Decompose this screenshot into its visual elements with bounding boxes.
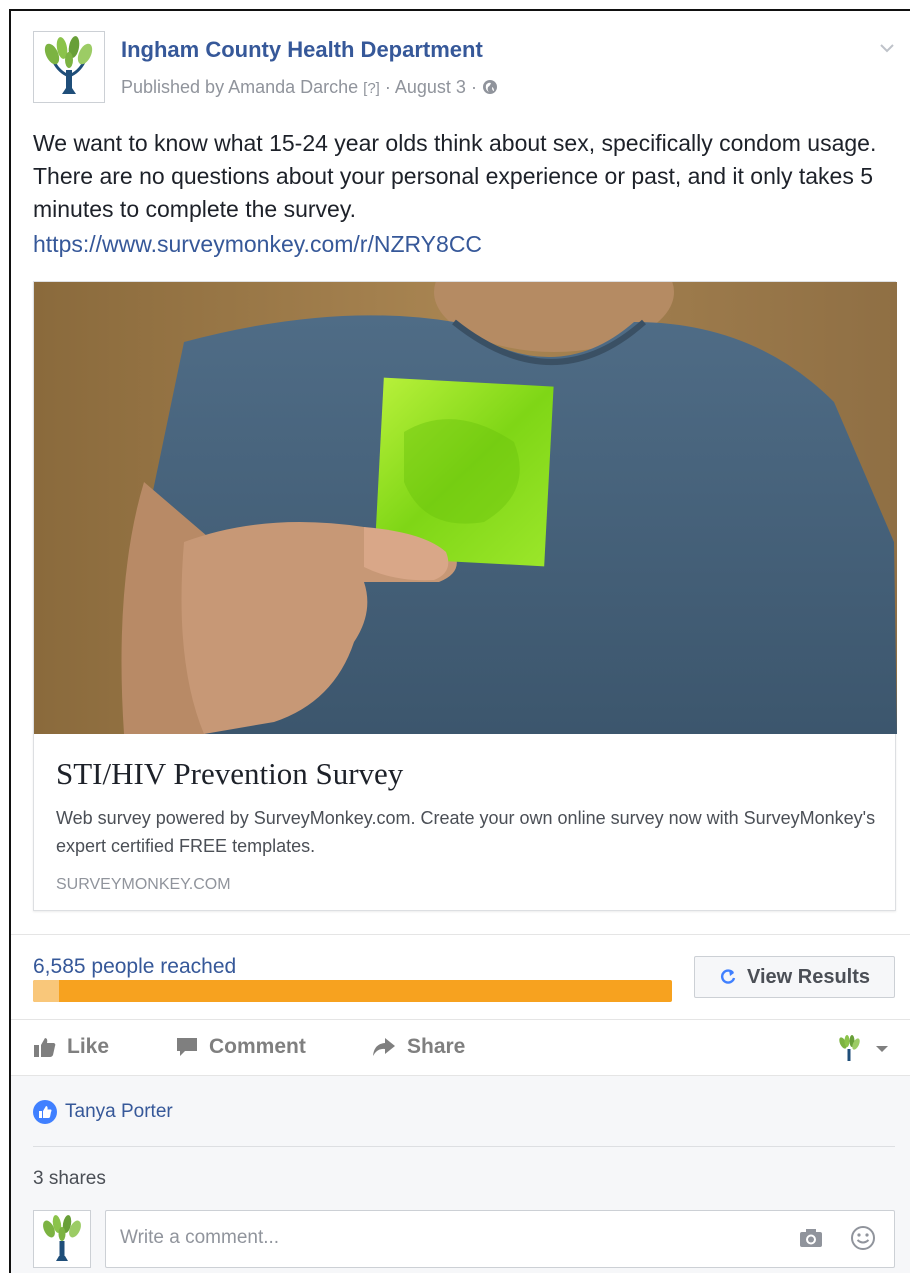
- comment-input[interactable]: Write a comment...: [105, 1210, 895, 1268]
- divider: [33, 1146, 895, 1147]
- published-by[interactable]: Published by Amanda Darche: [121, 77, 358, 97]
- reactions-summary[interactable]: Tanya Porter: [33, 1100, 173, 1124]
- view-results-label: View Results: [746, 965, 871, 988]
- link-title[interactable]: STI/HIV Prevention Survey: [56, 756, 403, 792]
- liker-name[interactable]: Tanya Porter: [65, 1101, 173, 1123]
- caret-down-icon: [876, 1046, 888, 1052]
- emoji-icon[interactable]: [850, 1225, 876, 1251]
- tree-logo-icon: [839, 1035, 860, 1061]
- post-card: Ingham County Health Department Publishe…: [9, 9, 910, 1273]
- post-meta: Published by Amanda Darche [?] · August …: [121, 77, 498, 98]
- chevron-down-icon[interactable]: [878, 39, 896, 57]
- tree-logo-icon: [43, 1215, 81, 1261]
- view-results-button[interactable]: View Results: [694, 956, 895, 998]
- comment-label: Comment: [209, 1035, 306, 1058]
- thumbs-up-icon: [34, 1038, 56, 1057]
- post-date[interactable]: August 3: [395, 77, 466, 97]
- post-header: Ingham County Health Department Publishe…: [11, 11, 910, 121]
- link-domain: SURVEYMONKEY.COM: [56, 876, 231, 893]
- share-label: Share: [407, 1035, 466, 1058]
- like-reaction-icon: [33, 1100, 57, 1124]
- action-bar: Like Comment Share: [11, 1021, 910, 1075]
- page-avatar[interactable]: [33, 31, 105, 103]
- post-survey-link[interactable]: https://www.surveymonkey.com/r/NZRY8CC: [33, 231, 482, 258]
- post-message: We want to know what 15-24 year olds thi…: [33, 130, 877, 222]
- divider: [11, 1019, 910, 1020]
- divider: [11, 934, 910, 935]
- link-description: Web survey powered by SurveyMonkey.com. …: [56, 808, 876, 856]
- help-marker[interactable]: [?]: [363, 80, 380, 97]
- share-arrow-icon: [373, 1038, 395, 1056]
- like-label: Like: [67, 1035, 110, 1058]
- reach-progress-bar: [33, 980, 672, 1002]
- meta-separator-2: ·: [470, 77, 477, 97]
- comment-icon: [177, 1038, 197, 1056]
- post-as-selector[interactable]: [837, 1035, 899, 1063]
- refresh-icon: [721, 969, 736, 984]
- camera-icon[interactable]: [798, 1227, 824, 1249]
- commenter-avatar: [33, 1210, 91, 1268]
- comment-placeholder: Write a comment...: [120, 1227, 280, 1248]
- link-preview-card[interactable]: STI/HIV Prevention Survey Web survey pow…: [33, 281, 897, 911]
- link-preview-image[interactable]: [34, 282, 897, 734]
- comment-button[interactable]: Comment: [175, 1035, 306, 1059]
- globe-icon: [482, 80, 497, 94]
- people-reached[interactable]: 6,585 people reached: [33, 955, 236, 979]
- tree-logo-icon: [44, 36, 93, 94]
- shares-count[interactable]: 3 shares: [33, 1168, 106, 1190]
- meta-separator: ·: [384, 77, 391, 97]
- share-button[interactable]: Share: [371, 1035, 465, 1059]
- post-footer: Tanya Porter 3 shares Write a comment...: [11, 1075, 910, 1273]
- organic-reach-fill: [33, 980, 59, 1002]
- page-name-link[interactable]: Ingham County Health Department: [121, 37, 483, 63]
- like-button[interactable]: Like: [33, 1035, 109, 1059]
